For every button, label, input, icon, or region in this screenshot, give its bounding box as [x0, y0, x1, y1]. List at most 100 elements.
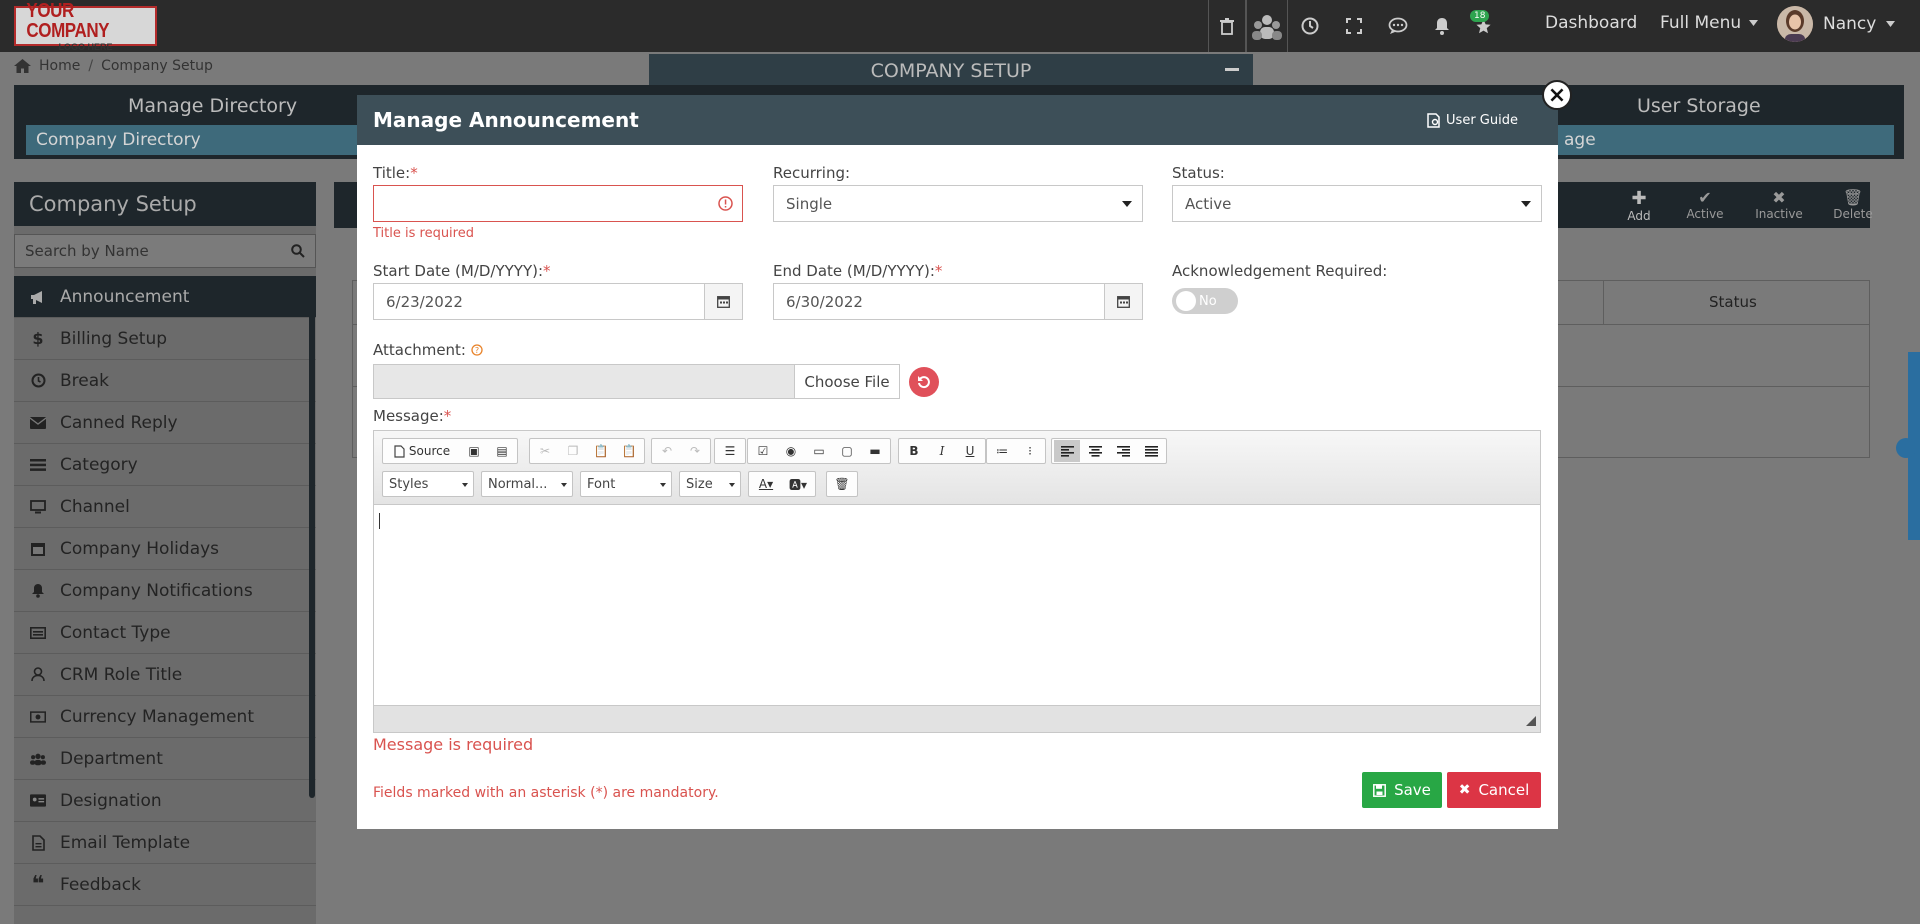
- recurring-select[interactable]: Single: [773, 185, 1143, 222]
- clock-icon[interactable]: [1288, 0, 1332, 52]
- underline-button[interactable]: U: [957, 440, 983, 462]
- search-icon[interactable]: [291, 244, 305, 258]
- align-center-icon[interactable]: [1082, 440, 1108, 462]
- textarea-icon[interactable]: ▢: [834, 440, 860, 462]
- resize-handle-icon[interactable]: [1526, 716, 1536, 726]
- fullscreen-icon[interactable]: [1332, 0, 1376, 52]
- dashboard-link[interactable]: Dashboard: [1545, 13, 1637, 33]
- sidebar-item-company-notifications[interactable]: Company Notifications: [14, 570, 316, 612]
- undo-icon[interactable]: ↶: [654, 440, 680, 462]
- paste-icon[interactable]: 📋: [588, 440, 614, 462]
- reset-icon[interactable]: [909, 367, 939, 397]
- sidebar-item-feedback[interactable]: ❝ Feedback: [14, 864, 316, 906]
- format-dropdown[interactable]: Normal...: [481, 471, 573, 497]
- end-date-input[interactable]: 6/30/2022: [773, 283, 1143, 320]
- quote-icon: ❝: [31, 871, 45, 897]
- sidebar-item-label: Company Holidays: [60, 538, 220, 559]
- cancel-button[interactable]: ✖ Cancel: [1447, 772, 1541, 808]
- recurring-value: Single: [786, 194, 833, 213]
- sidebar-item-announcement[interactable]: Announcement: [14, 276, 316, 318]
- acknowledgement-toggle[interactable]: No: [1172, 288, 1238, 314]
- sidebar-item-canned-reply[interactable]: Canned Reply: [14, 402, 316, 444]
- user-storage-title: User Storage: [1637, 95, 1761, 117]
- redo-icon[interactable]: ↷: [682, 440, 708, 462]
- button-icon[interactable]: ▬: [862, 440, 888, 462]
- delete-button[interactable]: 🗑 Delete: [1828, 188, 1878, 221]
- caret-down-icon: [1521, 201, 1531, 207]
- calendar-icon[interactable]: [704, 284, 742, 319]
- breadcrumb-home[interactable]: Home: [39, 58, 80, 74]
- sidebar-item-label: Channel: [60, 496, 130, 517]
- sidebar-search[interactable]: Search by Name: [14, 234, 316, 268]
- company-logo[interactable]: YOUR COMPANY LOGO HERE: [14, 1, 157, 51]
- full-menu-dropdown[interactable]: Full Menu: [1660, 13, 1759, 33]
- status-column-header[interactable]: Status: [1709, 293, 1757, 311]
- user-storage-link[interactable]: age: [1554, 125, 1894, 155]
- title-input[interactable]: [373, 185, 743, 222]
- user-guide-link[interactable]: User Guide: [1427, 113, 1518, 128]
- team-icon[interactable]: [1246, 0, 1288, 52]
- star-icon[interactable]: [1464, 0, 1502, 52]
- select-all-icon[interactable]: ☰: [717, 440, 743, 462]
- choose-file-button[interactable]: Choose File: [794, 364, 900, 399]
- active-button[interactable]: ✔ Active: [1680, 188, 1730, 221]
- sidebar-item-crm-role-title[interactable]: CRM Role Title: [14, 654, 316, 696]
- minimize-icon[interactable]: [1225, 68, 1239, 71]
- bold-button[interactable]: B: [901, 440, 927, 462]
- inactive-button[interactable]: ✖ Inactive: [1754, 188, 1804, 221]
- rich-text-editor: Source ▣ ▤ ✂ ❐ 📋 📋 ↶ ↷ ☰ ☑ ◉ ▭ ▢ ▬ B I U: [373, 430, 1541, 733]
- template-icon[interactable]: ▤: [489, 440, 515, 462]
- arrow-left-icon[interactable]: [1896, 438, 1916, 458]
- preview-icon[interactable]: ▣: [461, 440, 487, 462]
- calendar-icon[interactable]: [1104, 284, 1142, 319]
- editor-content-area[interactable]: [374, 505, 1540, 705]
- trash-icon[interactable]: [1208, 0, 1246, 52]
- copy-icon[interactable]: ❐: [560, 440, 586, 462]
- background-color-icon[interactable]: 🅰▾: [783, 473, 813, 495]
- checkbox-icon[interactable]: ☑: [750, 440, 776, 462]
- dollar-icon: $: [32, 329, 44, 348]
- remove-format-icon[interactable]: 🗑: [829, 473, 855, 495]
- italic-button[interactable]: I: [929, 440, 955, 462]
- sidebar-item-billing-setup[interactable]: $ Billing Setup: [14, 318, 316, 360]
- sidebar-item-email-template[interactable]: Email Template: [14, 822, 316, 864]
- start-date-input[interactable]: 6/23/2022: [373, 283, 743, 320]
- user-menu[interactable]: Nancy: [1777, 6, 1896, 42]
- sidebar-item-break[interactable]: Break: [14, 360, 316, 402]
- bell-icon[interactable]: [1420, 0, 1464, 52]
- sidebar-item-department[interactable]: Department: [14, 738, 316, 780]
- text-cursor: [379, 513, 380, 529]
- sidebar-item-company-holidays[interactable]: Company Holidays: [14, 528, 316, 570]
- help-icon[interactable]: ?: [471, 344, 483, 356]
- svg-text:?: ?: [475, 346, 479, 355]
- close-icon[interactable]: ×: [1542, 80, 1572, 110]
- attachment-label-text: Attachment:: [373, 341, 466, 359]
- font-dropdown[interactable]: Font: [580, 471, 672, 497]
- sidebar-item-channel[interactable]: Channel: [14, 486, 316, 528]
- align-right-icon[interactable]: [1110, 440, 1136, 462]
- company-directory-link[interactable]: Company Directory: [26, 125, 366, 155]
- text-color-icon[interactable]: A▾: [751, 473, 781, 495]
- cut-icon[interactable]: ✂: [532, 440, 558, 462]
- title-label: Title:*: [373, 164, 418, 182]
- sidebar-item-designation[interactable]: Designation: [14, 780, 316, 822]
- align-left-icon[interactable]: [1054, 440, 1080, 462]
- paste-text-icon[interactable]: 📋: [616, 440, 642, 462]
- add-button[interactable]: ✚ Add: [1614, 188, 1664, 223]
- textfield-icon[interactable]: ▭: [806, 440, 832, 462]
- bulleted-list-icon[interactable]: ⁝: [1017, 440, 1043, 462]
- save-button[interactable]: Save: [1362, 772, 1442, 808]
- numbered-list-icon[interactable]: ≔: [989, 440, 1015, 462]
- active-label: Active: [1686, 207, 1724, 221]
- chat-icon[interactable]: [1376, 0, 1420, 52]
- radio-icon[interactable]: ◉: [778, 440, 804, 462]
- sidebar-item-contact-type[interactable]: Contact Type: [14, 612, 316, 654]
- sidebar-item-currency-management[interactable]: Currency Management: [14, 696, 316, 738]
- sidebar-item-category[interactable]: Category: [14, 444, 316, 486]
- size-dropdown[interactable]: Size: [679, 471, 741, 497]
- styles-dropdown[interactable]: Styles: [382, 471, 474, 497]
- justify-icon[interactable]: [1138, 440, 1164, 462]
- sidebar-scrollbar[interactable]: [309, 278, 315, 798]
- source-button[interactable]: Source: [385, 440, 459, 462]
- status-select[interactable]: Active: [1172, 185, 1542, 222]
